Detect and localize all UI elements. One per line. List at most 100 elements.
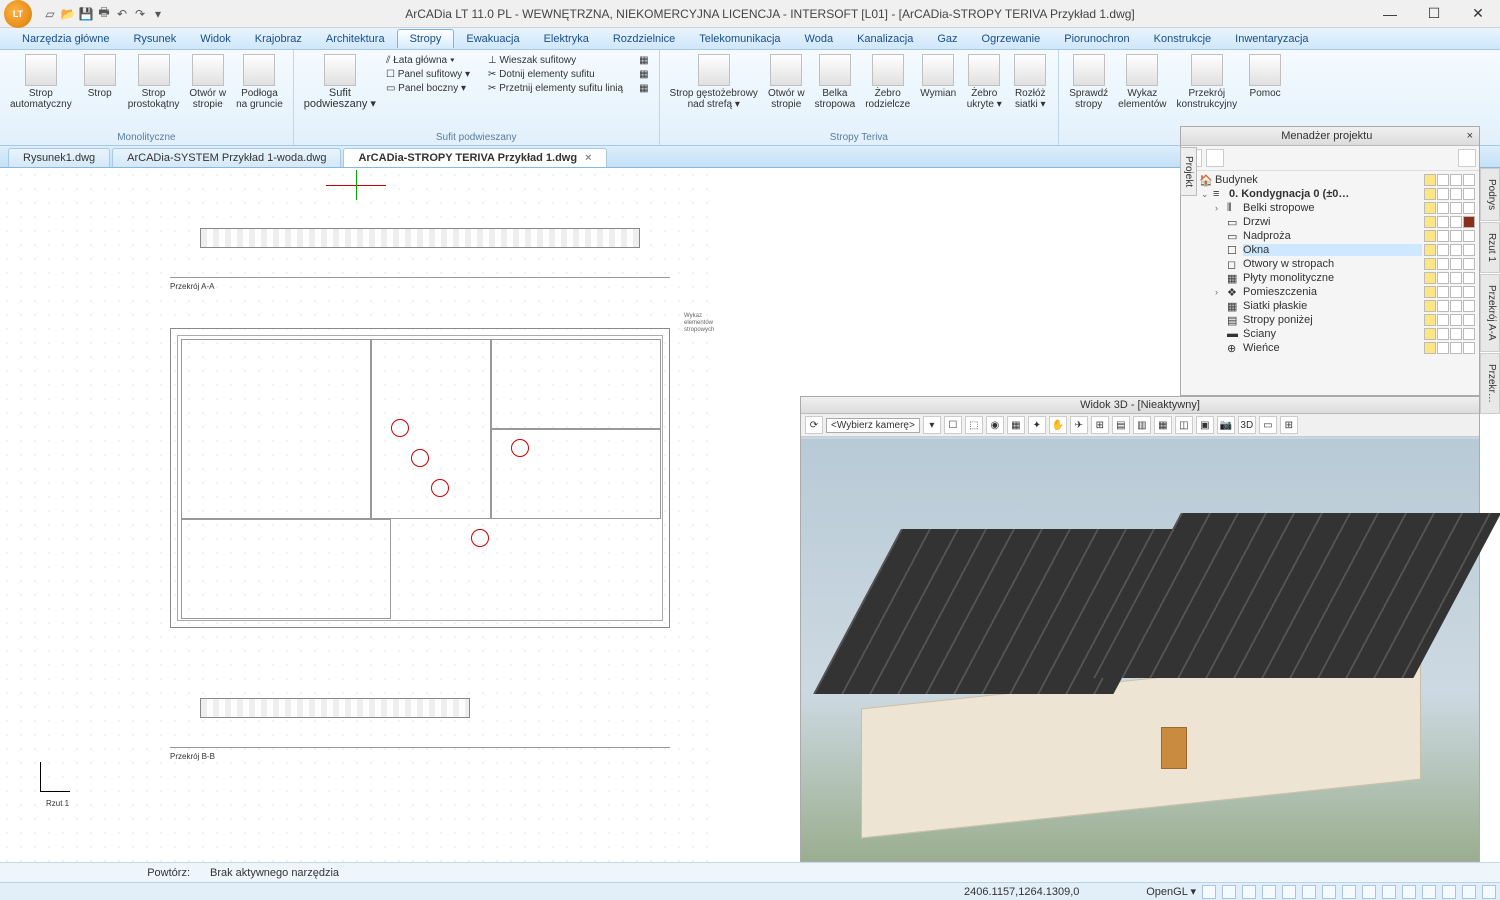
panel-close-icon[interactable]: × [1467,130,1473,142]
ribbon-button[interactable]: Belkastropowa [811,52,860,112]
visibility-icon[interactable] [1424,272,1436,284]
lock-icon[interactable] [1437,244,1449,256]
ribbon-small-button[interactable]: ▭ Panel boczny ▾ [382,82,474,95]
v3d-tool-icon[interactable]: ▭ [1259,416,1277,434]
layer-icon[interactable] [1450,202,1462,214]
visibility-icon[interactable] [1424,230,1436,242]
ribbon-small-button[interactable]: ✂ Dotnij elementy sufitu [484,68,627,81]
layer-icon[interactable] [1450,230,1462,242]
tree-row[interactable]: ›⫴Belki stropowe [1185,201,1475,215]
v3d-tool-icon[interactable]: ▣ [1196,416,1214,434]
lock-icon[interactable] [1437,328,1449,340]
layer-icon[interactable] [1450,272,1462,284]
tree-row[interactable]: ▦Siatki płaskie [1185,299,1475,313]
minimize-button[interactable]: — [1368,0,1412,28]
v3d-tool-icon[interactable]: ◫ [1175,416,1193,434]
v3d-tool-icon[interactable]: ⟳ [805,416,823,434]
status-toggle-icon[interactable] [1482,885,1496,899]
color-swatch-icon[interactable] [1463,272,1475,284]
menu-ogrzewanie[interactable]: Ogrzewanie [970,30,1053,48]
menu-rysunek[interactable]: Rysunek [121,30,188,48]
ribbon-small-button[interactable]: ☐ Panel sufitowy ▾ [382,68,474,81]
tree-row[interactable]: ☐Okna [1185,243,1475,257]
tree-row[interactable]: ▦Płyty monolityczne [1185,271,1475,285]
tree-row[interactable]: ▬Ściany [1185,327,1475,341]
status-toggle-icon[interactable] [1302,885,1316,899]
ribbon-button[interactable]: Stropautomatyczny [6,52,76,112]
ribbon-button[interactable]: Żebrorodzielcze [861,52,914,112]
tree-row[interactable]: ▭Nadproża [1185,229,1475,243]
color-swatch-icon[interactable] [1463,244,1475,256]
lock-icon[interactable] [1437,300,1449,312]
v3d-tool-icon[interactable]: ✈ [1070,416,1088,434]
qat-save-icon[interactable]: 💾 [78,6,94,22]
qat-redo-icon[interactable]: ↷ [132,6,148,22]
layer-icon[interactable] [1450,216,1462,228]
lock-icon[interactable] [1437,272,1449,284]
v3d-tool-icon[interactable]: ▥ [1133,416,1151,434]
v3d-tool-icon[interactable]: ⊞ [1091,416,1109,434]
layer-icon[interactable] [1450,244,1462,256]
tree-row[interactable]: ⌄≡0. Kondygnacja 0 (±0… [1185,187,1475,201]
menu-elektryka[interactable]: Elektryka [532,30,601,48]
color-swatch-icon[interactable] [1463,342,1475,354]
drawing-canvas[interactable]: Przekrój A-A Przekrój B-B Rzut 1 Wykaz e… [0,168,716,862]
ribbon-button[interactable]: Sprawdźstropy [1065,52,1112,112]
layer-icon[interactable] [1450,174,1462,186]
color-swatch-icon[interactable] [1463,188,1475,200]
lock-icon[interactable] [1437,314,1449,326]
ribbon-button[interactable]: Strop [78,52,122,112]
ribbon-button[interactable]: Pomoc [1243,52,1287,112]
small-icon[interactable]: ▦ [635,54,652,67]
color-swatch-icon[interactable] [1463,216,1475,228]
side-tab[interactable]: Podrys [1480,168,1500,221]
status-toggle-icon[interactable] [1422,885,1436,899]
ribbon-button[interactable]: Rozłóżsiatki ▾ [1008,52,1052,112]
visibility-icon[interactable] [1424,174,1436,186]
menu-narzędzia główne[interactable]: Narzędzia główne [10,30,121,48]
status-toggle-icon[interactable] [1242,885,1256,899]
sufit-button[interactable]: Sufitpodwieszany ▾ [300,52,380,112]
qat-new-icon[interactable]: ▱ [42,6,58,22]
menu-inwentaryzacja[interactable]: Inwentaryzacja [1223,30,1320,48]
ribbon-small-button[interactable]: ✂ Przetnij elementy sufitu linią [484,82,627,95]
ribbon-button[interactable]: Stropprostokątny [124,52,184,112]
qat-undo-icon[interactable]: ↶ [114,6,130,22]
small-icon[interactable]: ▦ [635,82,652,95]
render-mode[interactable]: OpenGL ▾ [1146,885,1196,898]
pm-tool-icon[interactable] [1206,149,1224,167]
lock-icon[interactable] [1437,202,1449,214]
maximize-button[interactable]: ☐ [1412,0,1456,28]
tree-row[interactable]: ▭Drzwi [1185,215,1475,229]
side-tab[interactable]: Rzut 1 [1480,222,1500,273]
v3d-tool-icon[interactable]: ▦ [1154,416,1172,434]
ribbon-small-button[interactable]: ⫽ Łata główna ▾ [382,54,474,67]
menu-rozdzielnice[interactable]: Rozdzielnice [601,30,687,48]
status-toggle-icon[interactable] [1462,885,1476,899]
ribbon-small-button[interactable]: ⊥ Wieszak sufitowy [484,54,627,67]
small-icon[interactable]: ▦ [635,68,652,81]
visibility-icon[interactable] [1424,342,1436,354]
menu-konstrukcje[interactable]: Konstrukcje [1142,30,1223,48]
visibility-icon[interactable] [1424,244,1436,256]
v3d-tool-icon[interactable]: ▾ [923,416,941,434]
view3d-viewport[interactable] [801,439,1479,861]
status-toggle-icon[interactable] [1282,885,1296,899]
visibility-icon[interactable] [1424,216,1436,228]
status-toggle-icon[interactable] [1382,885,1396,899]
document-tab[interactable]: Rysunek1.dwg [8,148,110,167]
layer-icon[interactable] [1450,188,1462,200]
v3d-tool-icon[interactable]: ✦ [1028,416,1046,434]
v3d-tool-icon[interactable]: ✋ [1049,416,1067,434]
color-swatch-icon[interactable] [1463,314,1475,326]
visibility-icon[interactable] [1424,328,1436,340]
v3d-tool-icon[interactable]: ⬚ [965,416,983,434]
menu-woda[interactable]: Woda [793,30,846,48]
color-swatch-icon[interactable] [1463,300,1475,312]
status-toggle-icon[interactable] [1442,885,1456,899]
document-tab[interactable]: ArCADia-SYSTEM Przykład 1-woda.dwg [112,148,341,167]
tree-row[interactable]: ◻Otwory w stropach [1185,257,1475,271]
ribbon-button[interactable]: Wykazelementów [1114,52,1170,112]
ribbon-button[interactable]: Żebroukryte ▾ [962,52,1006,112]
menu-telekomunikacja[interactable]: Telekomunikacja [687,30,792,48]
